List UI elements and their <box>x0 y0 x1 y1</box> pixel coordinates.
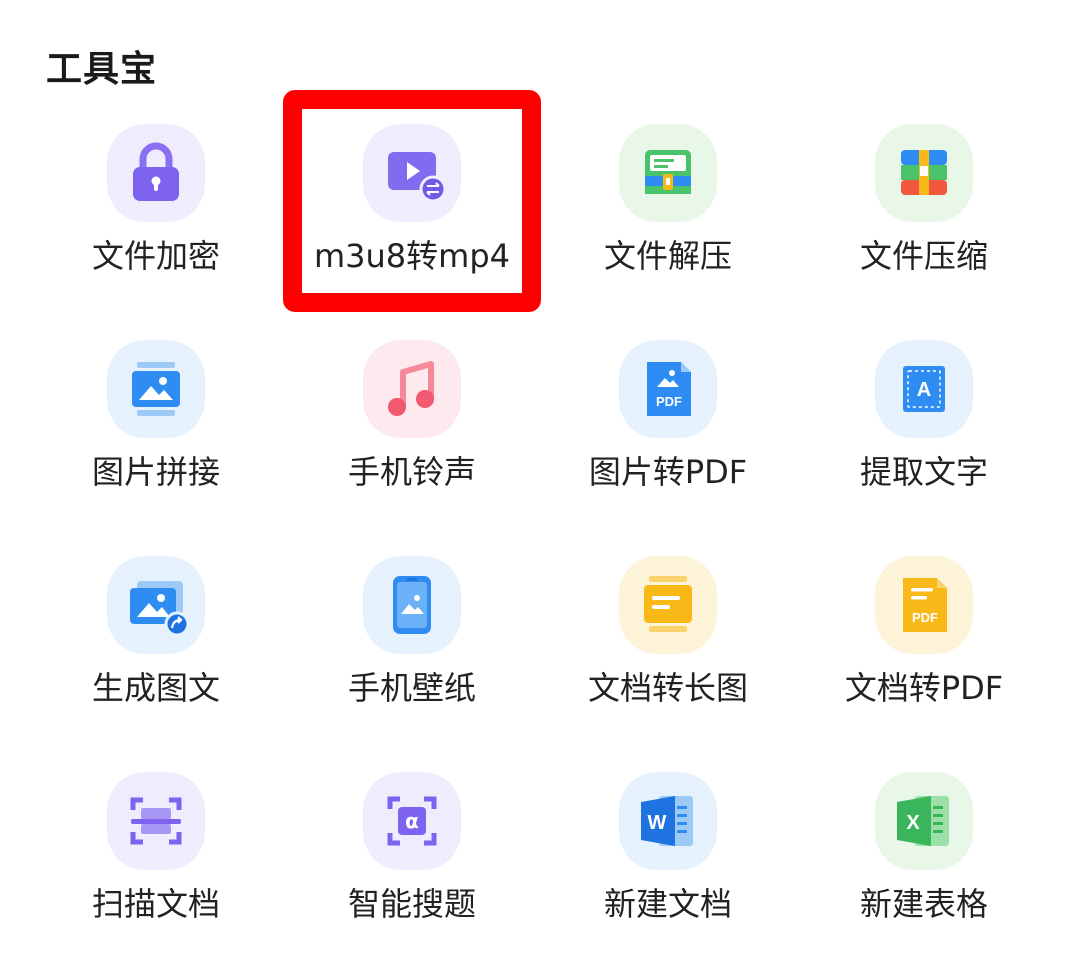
video-convert-icon <box>363 124 461 222</box>
tool-doc-to-long-image[interactable]: 文档转长图 <box>540 530 796 730</box>
tool-label: 图片转PDF <box>588 453 748 491</box>
excel-sheet-icon: X <box>875 772 973 870</box>
tool-doc-to-pdf[interactable]: PDF 文档转PDF <box>796 530 1052 730</box>
tool-label: 文件压缩 <box>859 237 988 275</box>
section-title: 工具宝 <box>46 49 158 90</box>
tool-label: 新建文档 <box>603 885 732 923</box>
tool-scan-document[interactable]: 扫描文档 <box>28 746 284 946</box>
tool-label: 生成图文 <box>91 669 220 707</box>
pdf-text: PDF <box>912 610 938 625</box>
archive-unzip-icon <box>619 124 717 222</box>
text-extract-icon: A <box>875 340 973 438</box>
music-note-icon <box>363 340 461 438</box>
tool-file-compress[interactable]: 文件压缩 <box>796 98 1052 298</box>
letter-a-text: A <box>917 379 931 401</box>
pdf-text: PDF <box>656 394 682 409</box>
tool-ringtone[interactable]: 手机铃声 <box>284 314 540 514</box>
tool-new-spreadsheet[interactable]: X 新建表格 <box>796 746 1052 946</box>
tool-label: 图片拼接 <box>91 453 220 491</box>
tool-label: 智能搜题 <box>347 885 476 923</box>
tool-label: 文件加密 <box>91 237 220 275</box>
image-share-icon <box>107 556 205 654</box>
tool-label: 文档转长图 <box>587 669 748 707</box>
scan-icon <box>107 772 205 870</box>
tool-label: 新建表格 <box>859 885 988 923</box>
doc-to-pdf-icon: PDF <box>875 556 973 654</box>
tool-label: 扫描文档 <box>91 885 220 923</box>
archive-zip-icon <box>875 124 973 222</box>
excel-letter-text: X <box>906 812 920 834</box>
tool-file-unzip[interactable]: 文件解压 <box>540 98 796 298</box>
tool-label: 文件解压 <box>603 237 732 275</box>
tool-label: 手机铃声 <box>347 453 476 491</box>
tool-label: 手机壁纸 <box>347 669 476 707</box>
tool-extract-text[interactable]: A 提取文字 <box>796 314 1052 514</box>
tool-phone-wallpaper[interactable]: 手机壁纸 <box>284 530 540 730</box>
tool-m3u8-to-mp4[interactable]: m3u8转mp4 <box>284 98 540 298</box>
tool-image-stitch[interactable]: 图片拼接 <box>28 314 284 514</box>
doc-to-long-image-icon <box>619 556 717 654</box>
tool-label: m3u8转mp4 <box>313 237 511 275</box>
tool-image-to-pdf[interactable]: PDF 图片转PDF <box>540 314 796 514</box>
word-doc-icon: W <box>619 772 717 870</box>
word-letter-text: W <box>648 812 667 834</box>
lock-icon <box>107 124 205 222</box>
image-to-pdf-icon: PDF <box>619 340 717 438</box>
phone-wallpaper-icon <box>363 556 461 654</box>
tool-label: 提取文字 <box>859 453 988 491</box>
alpha-text: α <box>405 809 419 833</box>
tool-smart-question-search[interactable]: α 智能搜题 <box>284 746 540 946</box>
tool-file-encrypt[interactable]: 文件加密 <box>28 98 284 298</box>
tool-new-document[interactable]: W 新建文档 <box>540 746 796 946</box>
tool-generate-image-text[interactable]: 生成图文 <box>28 530 284 730</box>
alpha-search-icon: α <box>363 772 461 870</box>
tool-label: 文档转PDF <box>844 669 1004 707</box>
image-stitch-icon <box>107 340 205 438</box>
